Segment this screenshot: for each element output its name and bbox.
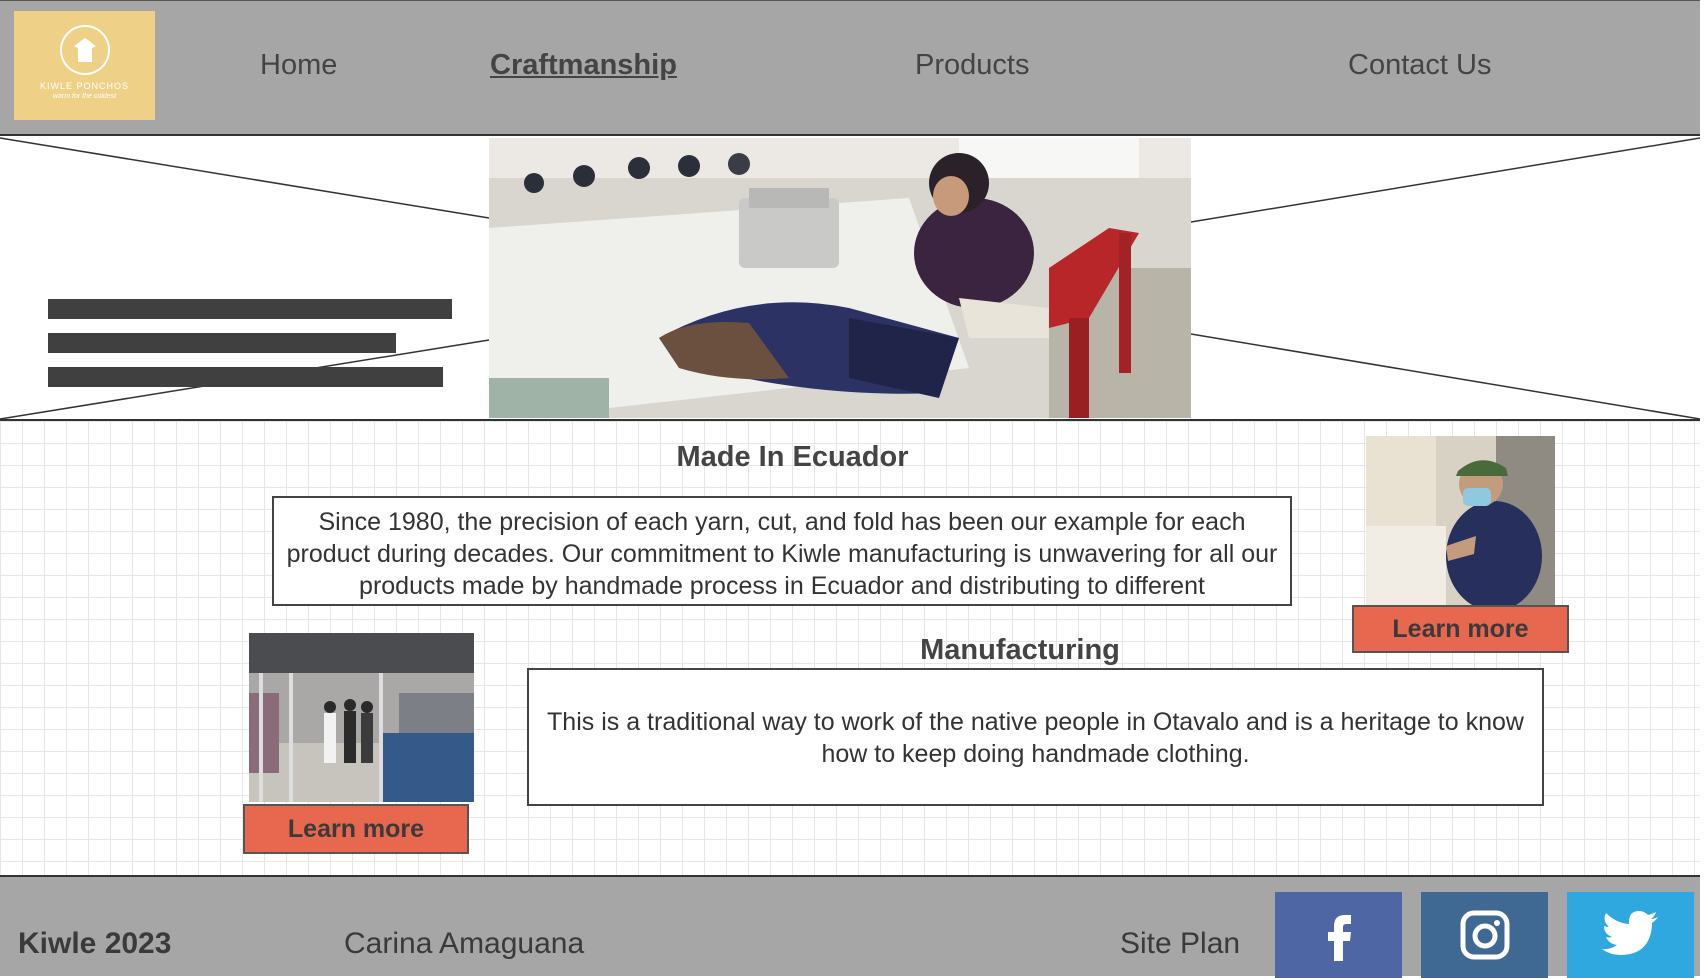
text-placeholder-bar [48,299,452,319]
poncho-icon [59,25,110,75]
main-content: Made In Ecuador Since 1980, the precisio… [0,421,1700,875]
hero-banner [0,136,1700,421]
text-placeholder-bar [48,367,443,387]
manufacturing-text: This is a traditional way to work of the… [527,668,1544,806]
worker-weaving-photo [1366,436,1555,605]
hero-sewing-photo [489,138,1191,418]
nav-products[interactable]: Products [915,49,1029,82]
made-in-ecuador-learn-more-button[interactable]: Learn more [1352,605,1569,653]
logo-name: KIWLE PONCHOS [39,81,129,91]
site-header: KIWLE PONCHOS warm for the coldest Home … [0,0,1700,136]
nav-contact-us[interactable]: Contact Us [1348,49,1491,82]
manufacturing-title: Manufacturing [920,634,1120,666]
text-placeholder-bar [48,333,396,353]
nav-home[interactable]: Home [260,49,337,82]
made-in-ecuador-text: Since 1980, the precision of each yarn, … [272,496,1292,606]
nav-craftmanship[interactable]: Craftmanship [490,49,677,82]
manufacturing-learn-more-button[interactable]: Learn more [243,804,469,854]
made-in-ecuador-title: Made In Ecuador [676,441,909,473]
footer-brand: Kiwle 2023 [18,927,172,960]
site-footer: Kiwle 2023 Carina Amaguana Site Plan [0,875,1700,978]
footer-author: Carina Amaguana [344,927,585,960]
factory-machines-photo [249,633,474,802]
instagram-icon[interactable] [1421,892,1548,978]
facebook-icon[interactable] [1275,892,1402,978]
twitter-icon[interactable] [1567,892,1694,978]
logo-tagline: warm for the coldest [52,93,117,100]
footer-site-plan-link[interactable]: Site Plan [1120,927,1240,961]
logo[interactable]: KIWLE PONCHOS warm for the coldest [14,11,155,120]
